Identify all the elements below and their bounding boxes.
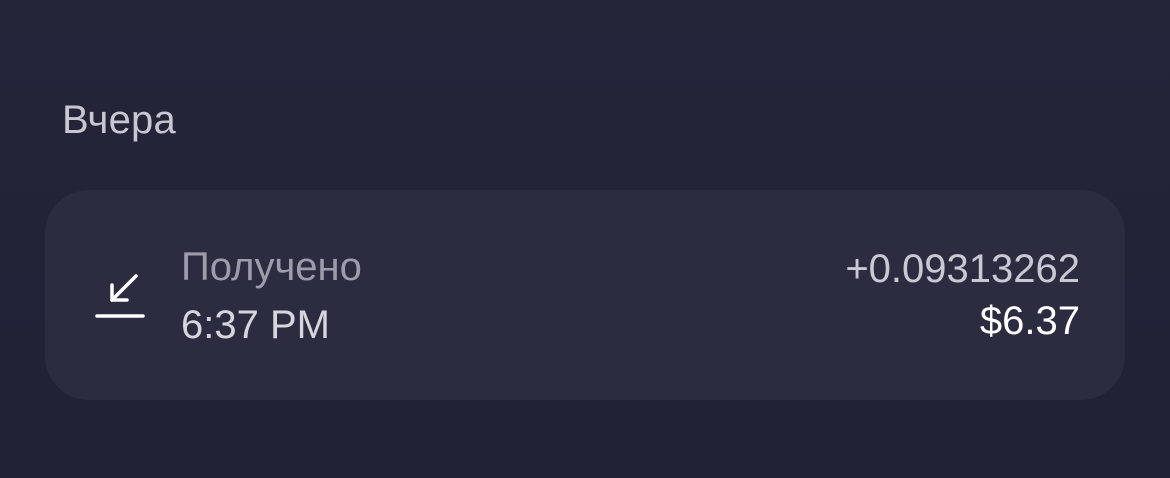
transaction-time: 6:37 PM: [181, 303, 330, 347]
receive-arrow-icon: [90, 268, 150, 324]
transaction-card[interactable]: [45, 190, 1125, 400]
transaction-type-label: Получено: [181, 245, 362, 289]
transaction-crypto-amount: +0.09313262: [845, 247, 1080, 291]
section-date-header: Вчера: [62, 98, 176, 142]
transaction-fiat-amount: $6.37: [979, 299, 1080, 343]
